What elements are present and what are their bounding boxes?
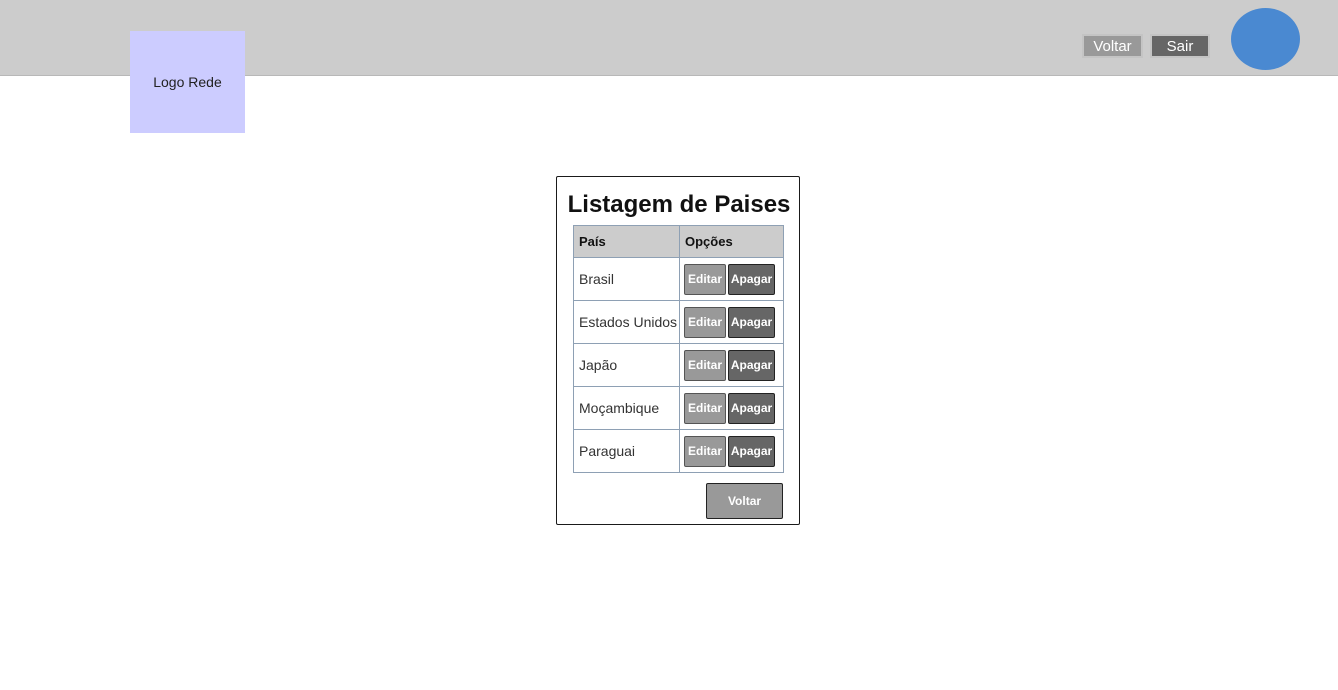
header-back-button[interactable]: Voltar [1082, 34, 1143, 58]
delete-button[interactable]: Apagar [728, 306, 775, 338]
table-row: Japão Editar Apagar [573, 343, 784, 387]
user-avatar-icon[interactable] [1231, 8, 1300, 70]
row-options: Editar Apagar [679, 429, 784, 473]
country-name: Japão [573, 343, 680, 387]
country-name: Paraguai [573, 429, 680, 473]
row-options: Editar Apagar [679, 386, 784, 430]
table-row: Estados Unidos Editar Apagar [573, 300, 784, 344]
logout-button[interactable]: Sair [1150, 34, 1210, 58]
row-options: Editar Apagar [679, 300, 784, 344]
column-header-options: Opções [679, 225, 784, 258]
table-row: Brasil Editar Apagar [573, 257, 784, 301]
logo: Logo Rede [130, 31, 245, 133]
delete-button[interactable]: Apagar [728, 263, 775, 295]
delete-button[interactable]: Apagar [728, 392, 775, 424]
delete-button[interactable]: Apagar [728, 349, 775, 381]
edit-button[interactable]: Editar [684, 392, 726, 424]
countries-table: País Opções Brasil Editar Apagar Estados… [573, 225, 784, 473]
table-row: Moçambique Editar Apagar [573, 386, 784, 430]
logo-text: Logo Rede [153, 74, 222, 90]
page-title: Listagem de Paises [567, 191, 791, 218]
row-options: Editar Apagar [679, 257, 784, 301]
country-name: Moçambique [573, 386, 680, 430]
edit-button[interactable]: Editar [684, 306, 726, 338]
delete-button[interactable]: Apagar [728, 435, 775, 467]
edit-button[interactable]: Editar [684, 263, 726, 295]
back-button[interactable]: Voltar [706, 483, 783, 519]
edit-button[interactable]: Editar [684, 349, 726, 381]
table-header-row: País Opções [573, 225, 784, 258]
row-options: Editar Apagar [679, 343, 784, 387]
column-header-country: País [573, 225, 680, 258]
countries-card: Listagem de Paises País Opções Brasil Ed… [556, 176, 800, 525]
country-name: Brasil [573, 257, 680, 301]
country-name: Estados Unidos [573, 300, 680, 344]
table-row: Paraguai Editar Apagar [573, 429, 784, 473]
edit-button[interactable]: Editar [684, 435, 726, 467]
